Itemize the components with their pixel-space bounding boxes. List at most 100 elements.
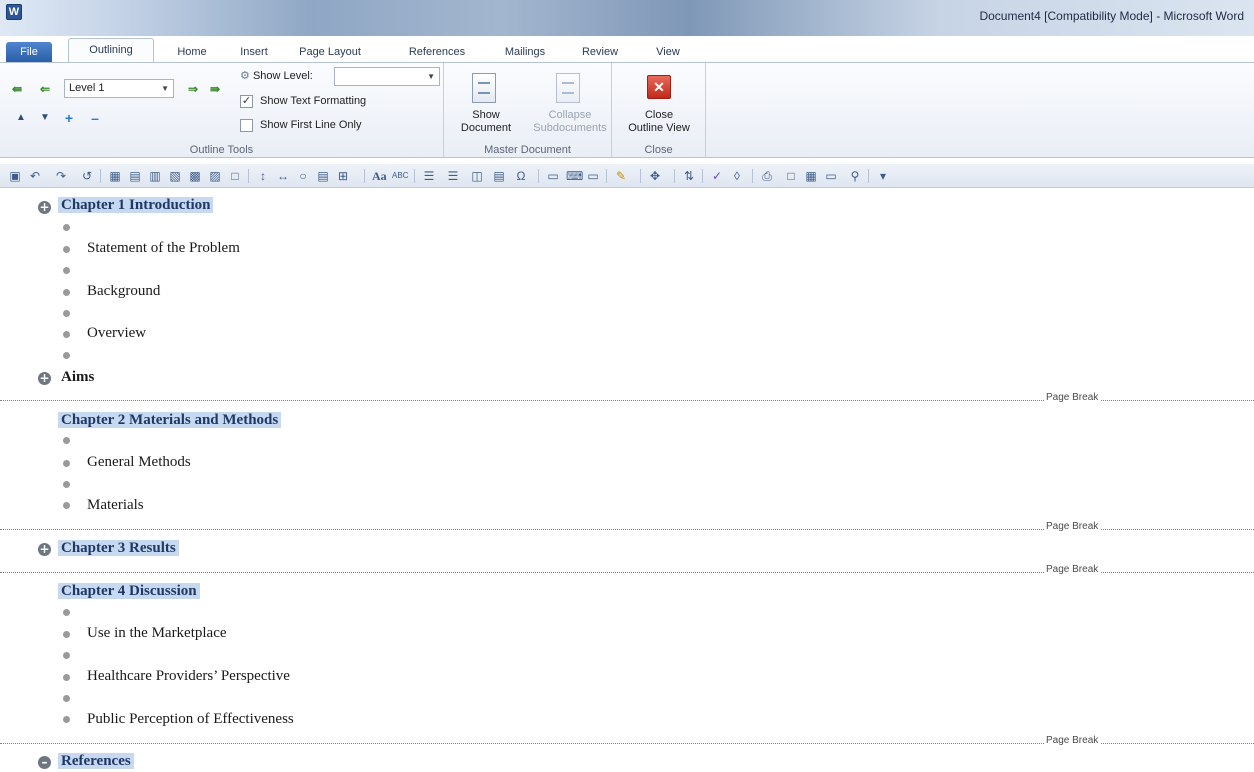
print-preview-icon[interactable]: ⎙ xyxy=(760,169,774,183)
heading-chapter-4[interactable]: Chapter 4 Discussion xyxy=(58,583,200,600)
tab-page-layout[interactable]: Page Layout xyxy=(290,42,370,62)
page-break-label: Page Break xyxy=(1044,521,1101,532)
bullet-icon[interactable] xyxy=(63,674,70,681)
heading-aims[interactable]: Aims xyxy=(61,369,94,386)
show-document-button[interactable]: Show Document xyxy=(444,63,528,143)
textbox-icon[interactable]: ▭ xyxy=(546,169,560,183)
merge-cells-icon[interactable]: ▩ xyxy=(188,169,202,183)
collapse-icon[interactable]: – xyxy=(88,111,102,125)
shading-icon[interactable]: ○ xyxy=(296,169,310,183)
undo-icon[interactable]: ↶ xyxy=(28,169,42,183)
bullet-icon[interactable] xyxy=(63,652,70,659)
chart-icon[interactable]: ▤ xyxy=(492,169,506,183)
highlight-icon[interactable]: ✎ xyxy=(614,169,628,183)
bullet-icon[interactable] xyxy=(63,631,70,638)
tab-references[interactable]: References xyxy=(400,42,474,62)
numbering-icon[interactable]: ☰ xyxy=(446,169,460,183)
open-icon[interactable]: ▦ xyxy=(804,169,818,183)
customize-toolbar-icon[interactable]: ▾ xyxy=(876,169,890,183)
promote-icon[interactable]: ⇐ xyxy=(36,81,54,97)
delete-rows-icon[interactable]: ▧ xyxy=(168,169,182,183)
collapse-outline-icon[interactable]: – xyxy=(38,756,51,769)
expand-outline-icon[interactable]: + xyxy=(38,372,51,385)
insert-rows-icon[interactable]: ▤ xyxy=(128,169,142,183)
bullet-icon[interactable] xyxy=(63,609,70,616)
move-down-icon[interactable]: ▼ xyxy=(38,111,52,125)
expand-outline-icon[interactable]: + xyxy=(38,201,51,214)
bullet-icon[interactable] xyxy=(63,460,70,467)
redo-icon[interactable]: ↷ xyxy=(54,169,68,183)
bullet-icon[interactable] xyxy=(63,716,70,723)
show-level-select[interactable]: ▼ xyxy=(334,67,440,86)
heading-chapter-3[interactable]: Chapter 3 Results xyxy=(58,540,179,557)
wordart-icon[interactable]: ⌨ xyxy=(566,169,583,183)
tab-outlining[interactable]: Outlining xyxy=(68,38,154,63)
tab-view[interactable]: View xyxy=(646,42,690,62)
repeat-icon[interactable]: ↺ xyxy=(80,169,94,183)
symbol-icon[interactable]: ◫ xyxy=(470,169,484,183)
bullet-icon[interactable] xyxy=(63,224,70,231)
tab-insert[interactable]: Insert xyxy=(232,42,276,62)
frame-icon[interactable]: ▭ xyxy=(586,169,600,183)
split-cells-icon[interactable]: ▨ xyxy=(208,169,222,183)
bullets-icon[interactable]: ☰ xyxy=(422,169,436,183)
tab-file[interactable]: File xyxy=(6,42,52,62)
bullet-icon[interactable] xyxy=(63,310,70,317)
bullet-icon[interactable] xyxy=(63,695,70,702)
show-first-line-only-checkbox[interactable] xyxy=(240,119,253,132)
zoom-icon[interactable]: ⚲ xyxy=(848,169,862,183)
close-outline-view-button[interactable]: ✕ Close Outline View xyxy=(612,63,706,143)
outline-tools-group: ⇚ ⇐ Level 1 ▼ ⇒ ⇛ ▲ ▼ + – ⚙ Show Level: … xyxy=(0,63,444,158)
bullet-icon[interactable] xyxy=(63,502,70,509)
save-icon[interactable]: ▣ xyxy=(8,169,22,183)
borders-icon[interactable]: □ xyxy=(228,169,242,183)
outline-item[interactable]: Background xyxy=(87,283,160,300)
show-text-formatting-checkbox[interactable]: ✓ xyxy=(240,95,253,108)
heading-chapter-2[interactable]: Chapter 2 Materials and Methods xyxy=(58,412,282,429)
collapse-subdocuments-button[interactable]: Collapse Subdocuments xyxy=(528,63,612,143)
cell-height-icon[interactable]: ↕ xyxy=(256,169,270,183)
sort-table-icon[interactable]: ▤ xyxy=(316,169,330,183)
expand-outline-icon[interactable]: + xyxy=(38,543,51,556)
tab-mailings[interactable]: Mailings xyxy=(494,42,556,62)
outline-item[interactable]: Materials xyxy=(87,497,144,514)
tab-home[interactable]: Home xyxy=(170,42,214,62)
sort-icon[interactable]: ⇅ xyxy=(682,169,696,183)
outline-item[interactable]: Overview xyxy=(87,325,146,342)
table-icon[interactable]: ▦ xyxy=(108,169,122,183)
grid-icon[interactable]: ⊞ xyxy=(336,169,350,183)
bullet-icon[interactable] xyxy=(63,481,70,488)
demote-icon[interactable]: ⇒ xyxy=(184,81,202,97)
word-app-icon[interactable]: W xyxy=(6,4,22,20)
new-document-icon[interactable]: □ xyxy=(784,169,798,183)
bullet-icon[interactable] xyxy=(63,437,70,444)
outline-item[interactable]: Public Perception of Effectiveness xyxy=(87,711,294,728)
move-up-icon[interactable]: ▲ xyxy=(14,111,28,125)
toolbar-separator xyxy=(702,169,703,183)
outline-level-select[interactable]: Level 1 ▼ xyxy=(64,79,174,98)
omega-icon[interactable]: Ω xyxy=(514,169,528,183)
cross-reference-icon[interactable]: ✥ xyxy=(648,169,662,183)
insert-columns-icon[interactable]: ▥ xyxy=(148,169,162,183)
bullet-icon[interactable] xyxy=(63,246,70,253)
outline-item[interactable]: General Methods xyxy=(87,454,191,471)
heading-chapter-1[interactable]: Chapter 1 Introduction xyxy=(58,197,214,214)
view-icon[interactable]: ▭ xyxy=(824,169,838,183)
spelling-icon[interactable]: ✓ xyxy=(710,169,724,183)
bullet-icon[interactable] xyxy=(63,267,70,274)
small-caps-icon[interactable]: ABC xyxy=(392,169,408,183)
demote-to-body-icon[interactable]: ⇛ xyxy=(206,81,224,97)
cell-width-icon[interactable]: ↔ xyxy=(276,169,290,183)
heading-references[interactable]: References xyxy=(58,753,134,770)
promote-to-heading-icon[interactable]: ⇚ xyxy=(8,81,26,97)
bullet-icon[interactable] xyxy=(63,352,70,359)
expand-icon[interactable]: + xyxy=(62,111,76,125)
thesaurus-icon[interactable]: ◊ xyxy=(730,169,744,183)
outline-item[interactable]: Statement of the Problem xyxy=(87,240,240,257)
tab-review[interactable]: Review xyxy=(572,42,628,62)
change-case-icon[interactable]: Aa xyxy=(372,169,387,183)
outline-item[interactable]: Healthcare Providers’ Perspective xyxy=(87,668,290,685)
outline-item[interactable]: Use in the Marketplace xyxy=(87,625,227,642)
bullet-icon[interactable] xyxy=(63,331,70,338)
bullet-icon[interactable] xyxy=(63,289,70,296)
